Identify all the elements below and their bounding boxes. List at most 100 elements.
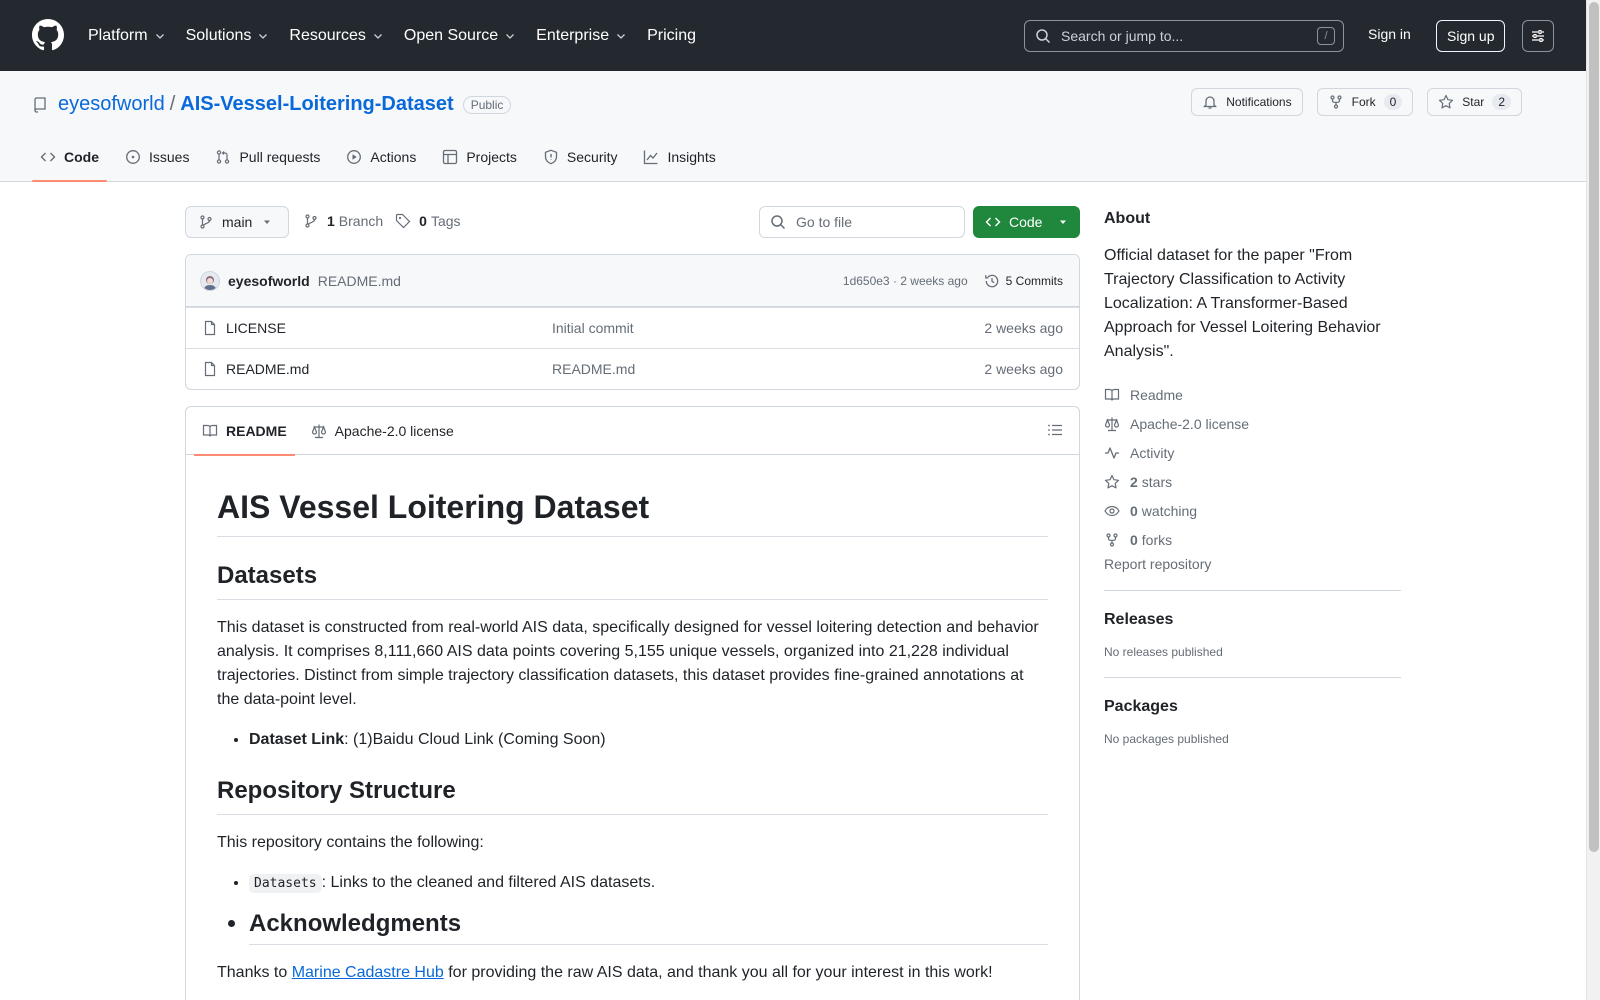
nav-pricing-label: Pricing [647,26,696,44]
commit-author[interactable]: eyesofworld [228,273,310,289]
tab-pull-requests[interactable]: Pull requests [207,133,328,181]
report-repository-link[interactable]: Report repository [1104,556,1401,572]
nav-solutions[interactable]: Solutions [186,27,270,45]
readme-link[interactable]: Readme [1104,380,1401,409]
nav-platform-label: Platform [88,26,148,44]
branch-count[interactable]: 1 [327,213,335,229]
file-name[interactable]: README.md [226,361,552,377]
global-search-input[interactable]: Search or jump to... / [1024,20,1344,52]
file-commit-message[interactable]: Initial commit [552,320,984,336]
tab-security[interactable]: Security [535,133,626,181]
forks-count: 0 [1130,531,1138,548]
releases-section: Releases No releases published [1104,590,1401,659]
go-to-file-input[interactable]: Go to file [759,206,965,238]
history-icon [984,274,998,287]
table-row[interactable]: README.md README.md 2 weeks ago [186,348,1079,389]
tag-icon [396,213,411,229]
signin-link[interactable]: Sign in [1368,26,1411,42]
heading-acknowledgments: Acknowledgments [249,912,1048,945]
repo-header: eyesofworld / AIS-Vessel-Loitering-Datas… [0,71,1586,182]
tag-count-label[interactable]: Tags [431,213,461,229]
bell-icon [1203,96,1218,109]
table-row[interactable]: LICENSE Initial commit 2 weeks ago [186,307,1079,348]
repo-name-link[interactable]: AIS-Vessel-Loitering-Dataset [180,93,453,116]
tab-actions[interactable]: Actions [338,133,424,181]
fork-button[interactable]: Fork 0 [1316,88,1414,116]
signup-button[interactable]: Sign up [1436,20,1506,52]
commits-history-link[interactable]: 5 Commits [984,273,1063,289]
forks-label: forks [1141,531,1173,548]
repo-actions: Notifications Fork 0 Star 2 [1177,88,1522,116]
commit-hash-time[interactable]: 1d650e3 · 2 weeks ago [843,274,968,288]
packages-title[interactable]: Packages [1104,698,1401,716]
caret-down-icon [1060,220,1067,224]
code-download-button[interactable]: Code [973,206,1080,238]
star-button[interactable]: Star 2 [1427,88,1522,116]
notifications-label: Notifications [1226,95,1292,109]
stars-link[interactable]: 2 stars [1104,467,1401,496]
github-logo-icon[interactable] [32,19,64,51]
structure-paragraph: This repository contains the following: [217,834,484,851]
file-icon [204,320,216,336]
forks-link[interactable]: 0 forks [1104,525,1401,554]
datasets-paragraph: This dataset is constructed from real-wo… [217,619,1039,708]
tab-issues-label: Issues [149,149,190,165]
activity-link[interactable]: Activity [1104,438,1401,467]
tab-license-label: Apache-2.0 license [334,422,454,439]
tag-count[interactable]: 0 [419,213,427,229]
nav-open-source-label: Open Source [403,26,499,44]
code-icon [40,152,56,162]
branch-count-label[interactable]: Branch [339,213,383,229]
inline-code: Datasets [249,874,322,893]
nav-open-source[interactable]: Open Source [404,27,516,45]
tab-security-label: Security [566,149,618,165]
file-navigation: main 1 Branch 0 Tags Go to file Code [185,206,1080,238]
datasets-list: Dataset Link: (1)Baidu Cloud Link (Comin… [249,728,1048,752]
nav-resources-label: Resources [289,26,366,44]
latest-commit-bar: eyesofworld README.md 1d650e3 · 2 weeks … [186,255,1079,307]
readme-tabs: README Apache-2.0 license [186,407,1079,456]
notifications-button[interactable]: Notifications [1191,88,1303,116]
marine-cadastre-link[interactable]: Marine Cadastre Hub [292,964,444,981]
repo-title: eyesofworld / AIS-Vessel-Loitering-Datas… [32,93,512,116]
file-age: 2 weeks ago [984,361,1063,377]
tab-readme[interactable]: README [194,407,295,456]
nav-platform[interactable]: Platform [88,27,166,45]
file-name[interactable]: LICENSE [226,320,552,336]
acknowledgments-paragraph: Thanks to Marine Cadastre Hub for provid… [217,961,1048,985]
nav-resources[interactable]: Resources [289,27,383,45]
fork-label: Fork [1351,95,1376,109]
tab-insights[interactable]: Insights [635,133,723,181]
avatar-image-icon [204,275,216,290]
page-scrollbar[interactable] [1586,0,1600,1000]
tab-projects[interactable]: Projects [434,133,525,181]
nav-pricing[interactable]: Pricing [647,27,696,45]
avatar[interactable] [200,270,220,291]
watching-link[interactable]: 0 watching [1104,496,1401,525]
branch-selector[interactable]: main [185,206,289,238]
global-nav: Platform Solutions Resources Open Source… [88,0,716,71]
outline-toggle-button[interactable] [1047,422,1063,438]
about-links: Readme Apache-2.0 license Activity 2 sta… [1104,380,1401,554]
settings-menu-button[interactable] [1522,20,1554,52]
scrollbar-thumb[interactable] [1589,2,1599,852]
tab-license[interactable]: Apache-2.0 license [303,407,462,455]
tab-issues[interactable]: Issues [117,133,197,181]
structure-item-text: : Links to the cleaned and filtered AIS … [321,874,656,891]
chevron-down-icon [617,33,626,39]
releases-title[interactable]: Releases [1104,611,1401,629]
search-placeholder: Search or jump to... [1061,28,1184,44]
license-link[interactable]: Apache-2.0 license [1104,409,1401,438]
commit-message[interactable]: README.md [318,273,401,289]
repo-owner-link[interactable]: eyesofworld [58,93,165,116]
tab-code-label: Code [64,149,99,165]
global-header: Platform Solutions Resources Open Source… [0,0,1586,71]
go-to-file-placeholder: Go to file [796,214,853,230]
nav-enterprise[interactable]: Enterprise [536,27,627,45]
star-icon [1439,94,1454,109]
chevron-down-icon [259,33,268,39]
tab-code[interactable]: Code [32,133,107,182]
repo-sidebar: About Official dataset for the paper "Fr… [1104,206,1401,746]
file-commit-message[interactable]: README.md [552,361,984,377]
caret-down-icon [264,220,271,224]
